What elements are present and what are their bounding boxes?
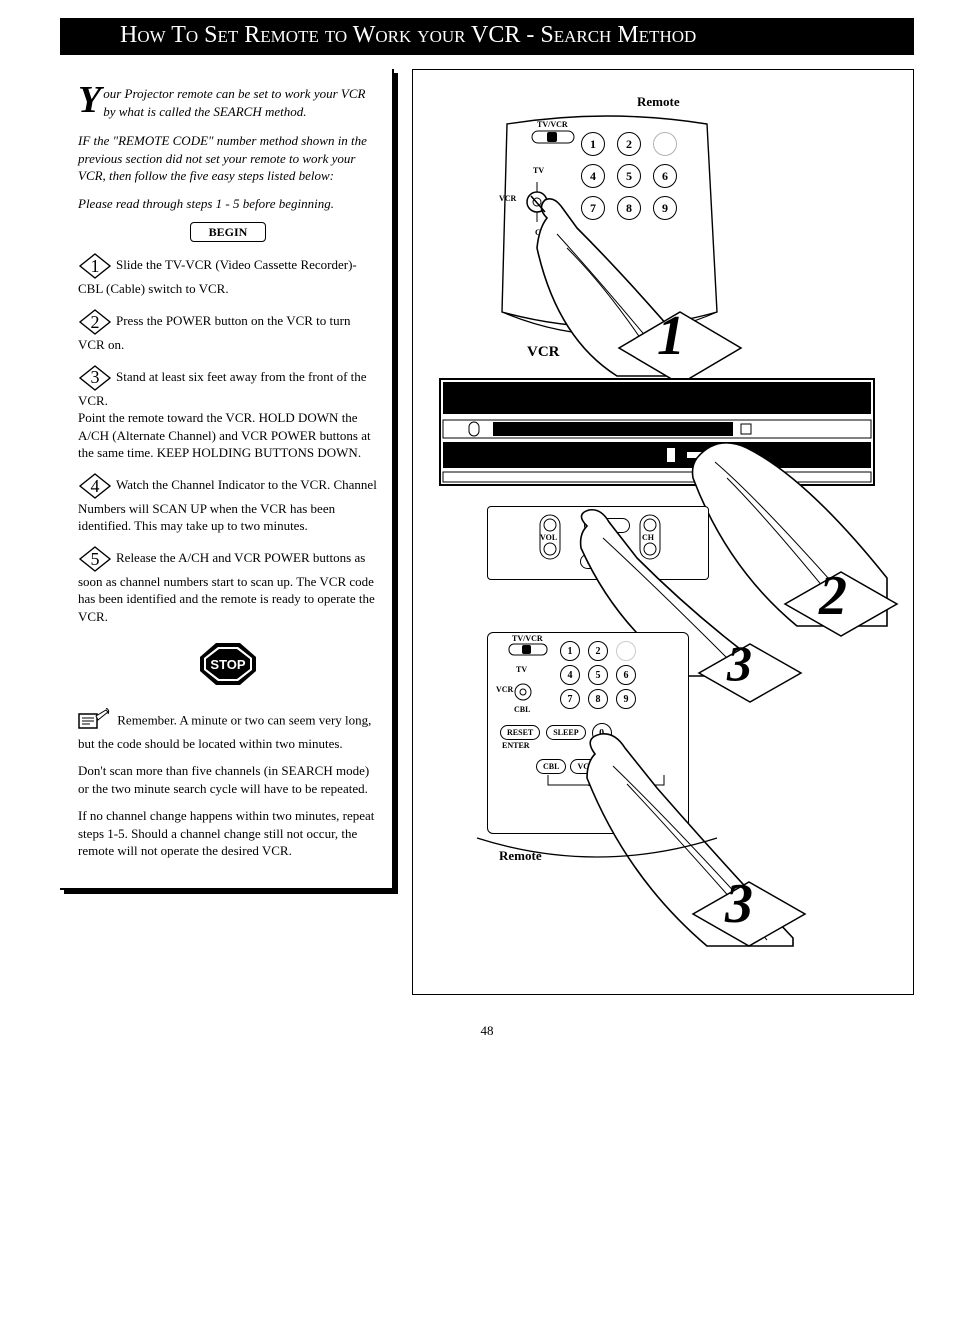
label-vcr: VCR <box>527 344 560 361</box>
step-2: 2Press the POWER button on the VCR to tu… <box>78 308 378 354</box>
step-3: 3Stand at least six feet away from the f… <box>78 364 378 462</box>
paragraph-if: IF the "REMOTE CODE" number method shown… <box>78 132 378 185</box>
intro-paragraph: Y our Projector remote can be set to wor… <box>78 85 378 120</box>
key-3 <box>653 132 677 156</box>
big-2: 2 <box>819 564 847 628</box>
step-text-3: Stand at least six feet away from the fr… <box>78 369 371 461</box>
bkey-6: 6 <box>616 665 636 685</box>
note-remember: Remember. A minute or two can seem very … <box>78 708 378 752</box>
begin-badge: BEGIN <box>190 222 266 242</box>
bkey-2: 2 <box>588 641 608 661</box>
slider-top <box>531 130 575 146</box>
key-2: 2 <box>617 132 641 156</box>
step-text-1: Slide the TV-VCR (Video Cassette Recorde… <box>78 257 357 296</box>
reset-button: RESET <box>500 725 540 740</box>
label-remote-top: Remote <box>637 94 680 110</box>
step-diamond-4: 4 <box>78 472 112 500</box>
dropcap: Y <box>78 85 103 115</box>
instructions-panel: Y our Projector remote can be set to wor… <box>60 69 394 890</box>
stop-badge: STOP <box>198 641 258 692</box>
key-5: 5 <box>617 164 641 188</box>
tvvcr-label-bot: TV/VCR <box>512 634 543 643</box>
rotary-switch-bot <box>512 673 534 711</box>
step-diamond-5: 5 <box>78 545 112 573</box>
step-text-4: Watch the Channel Indicator to the VCR. … <box>78 477 377 534</box>
big-3b: 3 <box>725 872 753 936</box>
note-dont-scan: Don't scan more than five channels (in S… <box>78 762 378 797</box>
bkey-5: 5 <box>588 665 608 685</box>
page-title: How To Set Remote to Work your VCR - Sea… <box>60 18 914 55</box>
big-1: 1 <box>657 304 685 368</box>
step-4: 4Watch the Channel Indicator to the VCR.… <box>78 472 378 535</box>
bkey-7: 7 <box>560 689 580 709</box>
bkey-1: 1 <box>560 641 580 661</box>
step-diamond-3: 3 <box>78 364 112 392</box>
step-diamond-2: 2 <box>78 308 112 336</box>
key-1: 1 <box>581 132 605 156</box>
step-text-2: Press the POWER button on the VCR to tur… <box>78 313 350 352</box>
note-no-change: If no channel change happens within two … <box>78 807 378 860</box>
bkey-8: 8 <box>588 689 608 709</box>
bkey-9: 9 <box>616 689 636 709</box>
vcr-label-bot: VCR <box>496 685 513 694</box>
step-diamond-1: 1 <box>78 252 112 280</box>
step-text-5: Release the A/CH and VCR POWER buttons a… <box>78 550 375 624</box>
key-4: 4 <box>581 164 605 188</box>
step-5: 5Release the A/CH and VCR POWER buttons … <box>78 545 378 626</box>
page-number: 48 <box>60 1023 914 1039</box>
hand-note-icon <box>78 708 112 735</box>
remote-bottom-curve <box>467 828 727 878</box>
vol-label: VOL <box>540 533 557 542</box>
bkey-3 <box>616 641 636 661</box>
intro-text: our Projector remote can be set to work … <box>103 86 365 119</box>
tv-label-top: TV <box>533 166 544 175</box>
tvvcr-label-top: TV/VCR <box>537 120 568 129</box>
step-1: 1Slide the TV-VCR (Video Cassette Record… <box>78 252 378 298</box>
cbl-btn: CBL <box>536 759 566 774</box>
svg-text:STOP: STOP <box>210 657 245 672</box>
bkey-4: 4 <box>560 665 580 685</box>
enter-label: ENTER <box>502 741 530 750</box>
note-remember-text: Remember. A minute or two can seem very … <box>78 712 371 750</box>
big-3a: 3 <box>727 634 752 692</box>
key-6: 6 <box>653 164 677 188</box>
paragraph-read: Please read through steps 1 - 5 before b… <box>78 195 378 213</box>
illustration-panel: Remote TV/VCR TV VCR CBL <box>412 69 914 995</box>
